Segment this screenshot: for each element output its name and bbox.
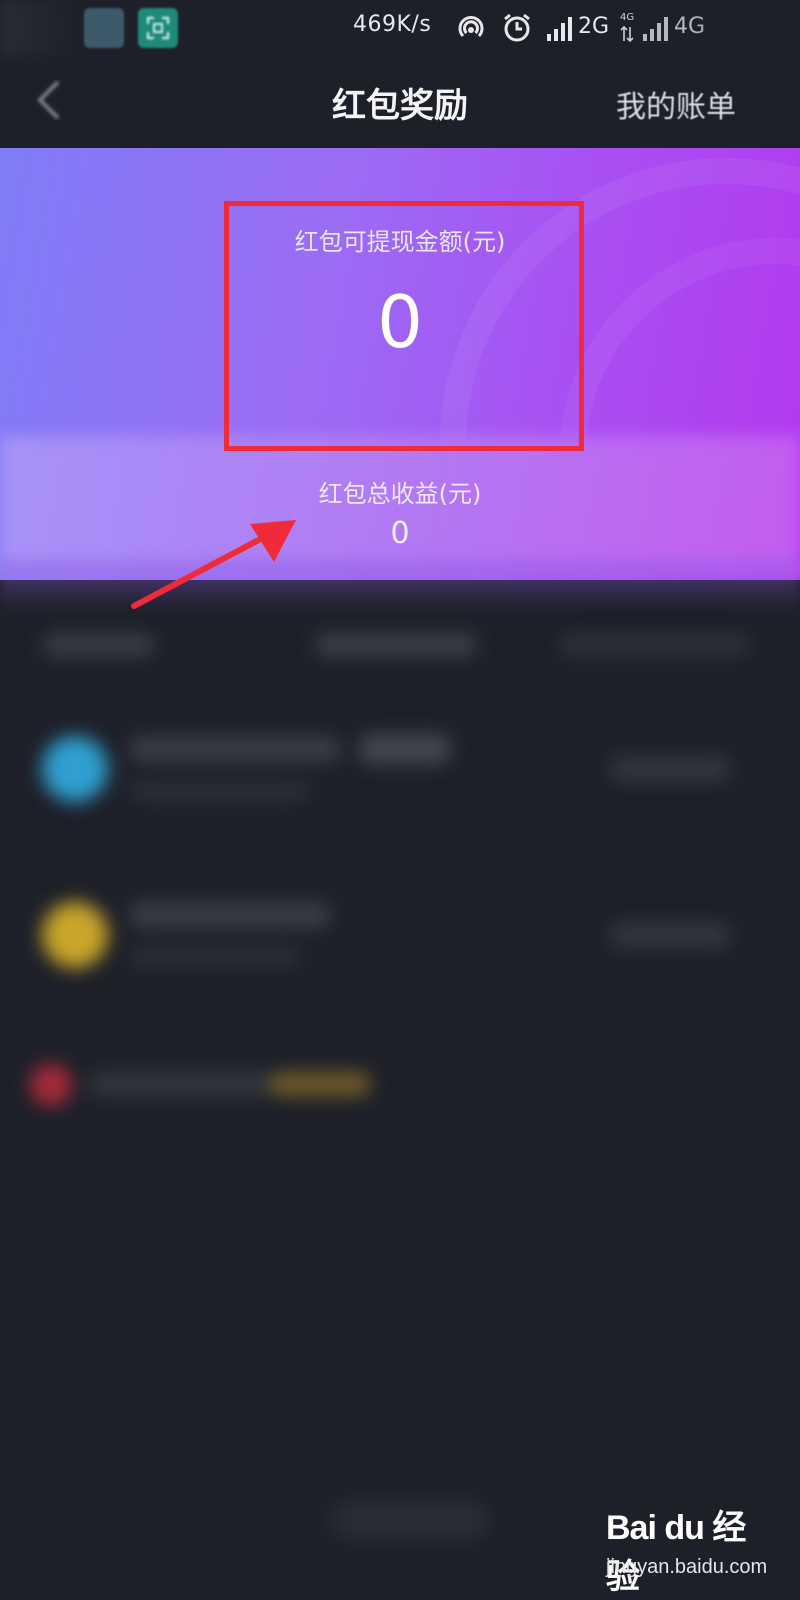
list-item[interactable] bbox=[0, 716, 800, 826]
watermark-url: jingyan.baidu.com bbox=[606, 1556, 768, 1578]
list-item[interactable] bbox=[0, 886, 800, 996]
list-item[interactable] bbox=[0, 1056, 800, 1116]
status-bar: 469K/s 2G 4G 4G bbox=[0, 0, 800, 56]
watermark: Bai du 经验 jingyan.baidu.com bbox=[606, 1500, 768, 1596]
watermark-brand: Bai du 经验 bbox=[606, 1509, 746, 1596]
list-section-header bbox=[0, 628, 800, 668]
screenshot-icon bbox=[138, 8, 178, 48]
data-arrows-icon bbox=[620, 26, 634, 42]
notification-app-icon bbox=[84, 8, 124, 48]
network-speed: 469K/s bbox=[353, 12, 432, 37]
my-bill-link[interactable]: 我的账单 bbox=[616, 82, 736, 126]
nav-bar: 红包奖励 我的账单 bbox=[0, 56, 800, 146]
annotation-highlight-box bbox=[224, 201, 584, 451]
bottom-blurred-button bbox=[330, 1500, 490, 1540]
network-type-small: 4G bbox=[620, 12, 635, 23]
signal-icon-2 bbox=[643, 17, 668, 41]
hotspot-icon bbox=[458, 16, 484, 38]
signal-icon-1 bbox=[547, 17, 572, 41]
annotation-arrow-icon bbox=[131, 520, 296, 609]
total-earnings-label: 红包总收益(元) bbox=[318, 480, 482, 508]
status-bar-fade bbox=[690, 0, 800, 56]
status-bar-blurred-left bbox=[0, 0, 80, 56]
alarm-icon bbox=[504, 13, 530, 42]
network-type-1: 2G bbox=[578, 14, 610, 39]
